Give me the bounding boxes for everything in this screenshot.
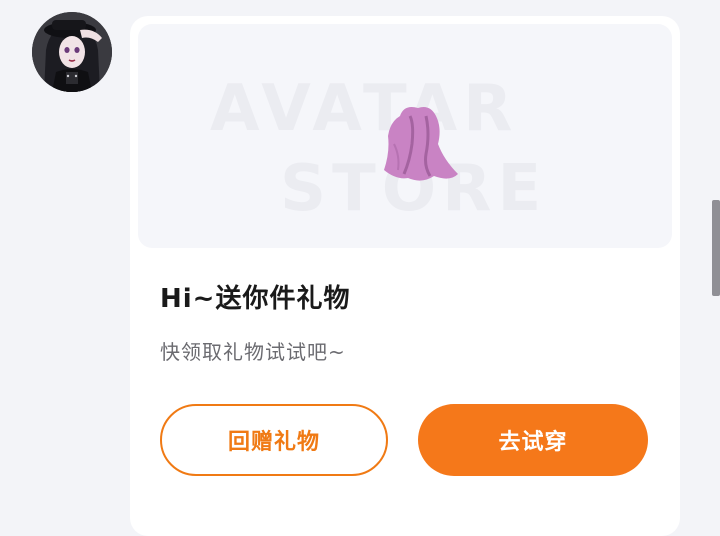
gift-title: Hi~送你件礼物 — [160, 284, 351, 314]
gift-message-card: AVATAR STORE Hi~送你件礼物 快领取礼物试试吧~ 回赠礼物 去试穿 — [130, 16, 680, 536]
sender-avatar[interactable] — [32, 12, 112, 92]
page-scrollbar[interactable] — [712, 200, 720, 296]
gift-banner: AVATAR STORE — [138, 24, 672, 248]
gift-subtitle: 快领取礼物试试吧~ — [160, 340, 346, 364]
watermark-line-1: AVATAR — [210, 72, 518, 146]
user-avatar-icon — [32, 12, 112, 92]
try-on-button[interactable]: 去试穿 — [418, 404, 648, 476]
return-gift-button[interactable]: 回赠礼物 — [160, 404, 388, 476]
avatar-store-banner-art: AVATAR STORE — [210, 72, 541, 226]
